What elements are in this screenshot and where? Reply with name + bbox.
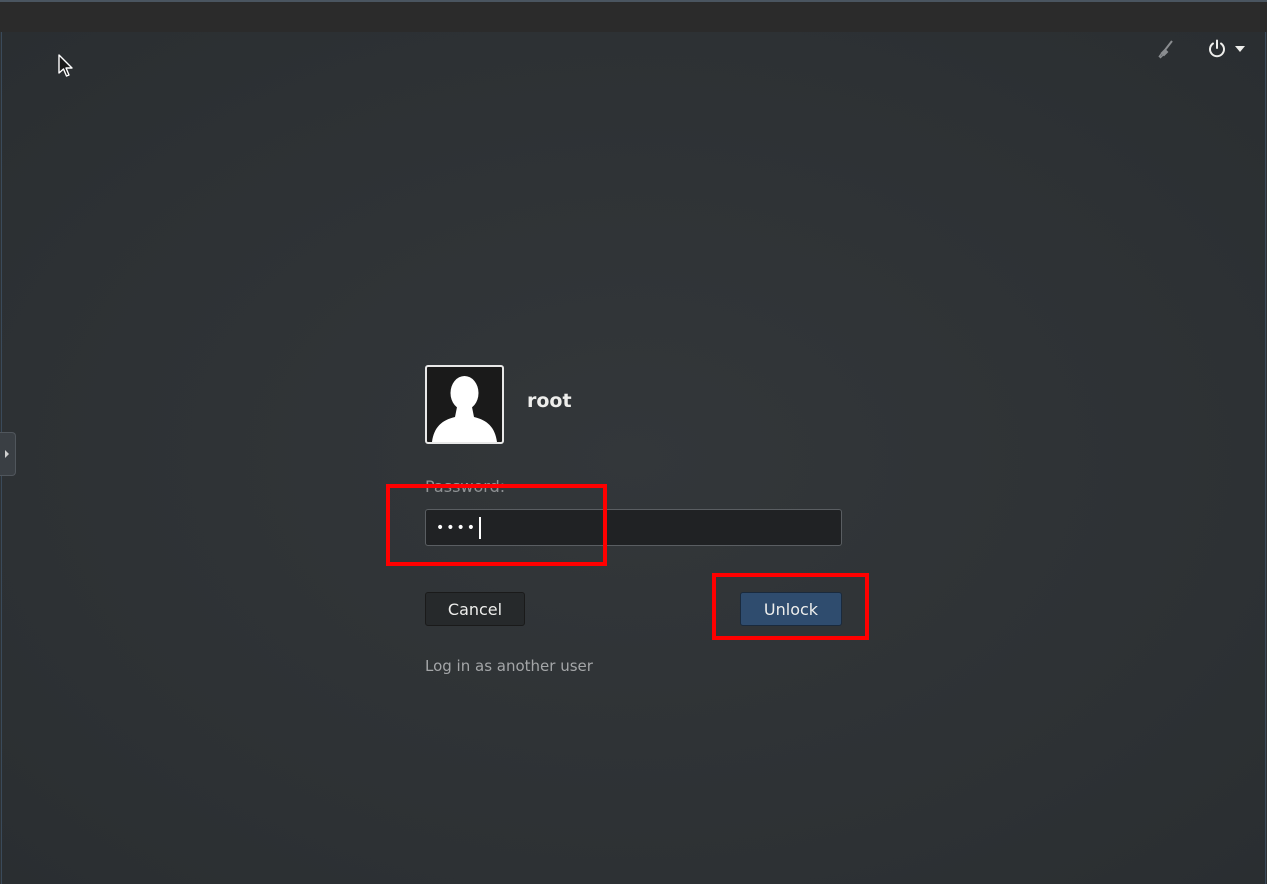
password-input[interactable]: •••• bbox=[425, 509, 842, 546]
username-label: root bbox=[527, 390, 572, 412]
log-in-as-another-user-link[interactable]: Log in as another user bbox=[425, 657, 593, 675]
power-icon[interactable] bbox=[1207, 39, 1227, 59]
mouse-cursor-icon bbox=[58, 54, 73, 77]
text-caret bbox=[479, 516, 482, 539]
password-label: Password: bbox=[425, 477, 506, 496]
password-value: •••• bbox=[436, 519, 478, 536]
user-silhouette-icon bbox=[432, 376, 497, 442]
accessibility-icon[interactable] bbox=[1155, 38, 1177, 60]
chevron-right-icon bbox=[5, 450, 9, 458]
cancel-button[interactable]: Cancel bbox=[425, 592, 525, 626]
chevron-down-icon[interactable] bbox=[1235, 45, 1245, 53]
user-avatar bbox=[425, 365, 504, 444]
unlock-button[interactable]: Unlock bbox=[740, 592, 842, 626]
system-status-area[interactable] bbox=[1155, 38, 1245, 60]
on-screen-keyboard-tab[interactable] bbox=[0, 432, 16, 476]
top-bar bbox=[0, 0, 1267, 32]
lock-screen bbox=[1, 32, 1266, 884]
